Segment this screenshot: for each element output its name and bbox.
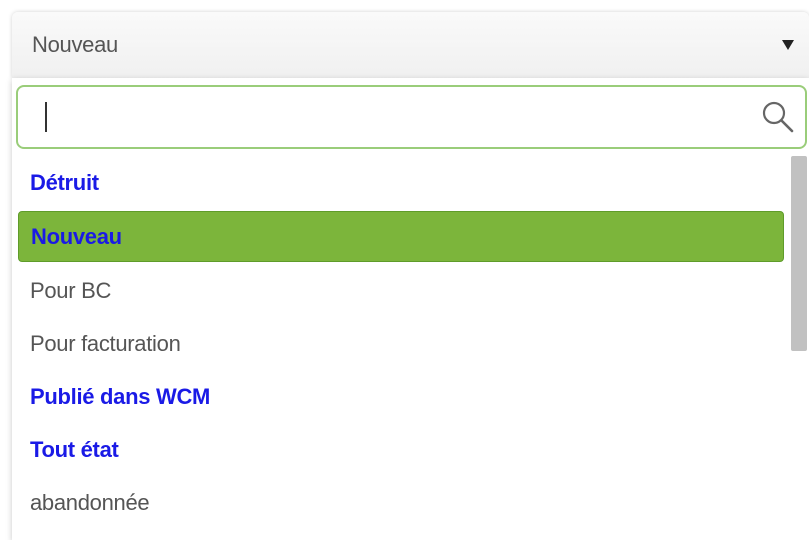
- option-tout-etat[interactable]: Tout état: [12, 423, 790, 476]
- option-publie-dans-wcm[interactable]: Publié dans WCM: [12, 370, 790, 423]
- caret-down-icon[interactable]: [782, 40, 794, 50]
- option-abandonnee[interactable]: abandonnée: [12, 476, 790, 529]
- search-icon[interactable]: [760, 99, 796, 135]
- text-cursor: [45, 102, 47, 132]
- option-pour-bc[interactable]: Pour BC: [12, 264, 790, 317]
- select-current-value: Nouveau: [32, 32, 118, 57]
- scrollbar-thumb[interactable]: [791, 156, 807, 351]
- option-nouveau[interactable]: Nouveau: [18, 211, 784, 262]
- option-pour-facturation[interactable]: Pour facturation: [12, 317, 790, 370]
- status-select[interactable]: Nouveau: [12, 12, 809, 78]
- search-box[interactable]: [16, 85, 807, 149]
- scrollbar[interactable]: [789, 156, 809, 540]
- option-detruit[interactable]: Détruit: [12, 156, 790, 209]
- options-list: Détruit Nouveau Pour BC Pour facturation…: [12, 156, 790, 529]
- dropdown-panel: Détruit Nouveau Pour BC Pour facturation…: [12, 78, 809, 540]
- search-input[interactable]: [28, 93, 752, 143]
